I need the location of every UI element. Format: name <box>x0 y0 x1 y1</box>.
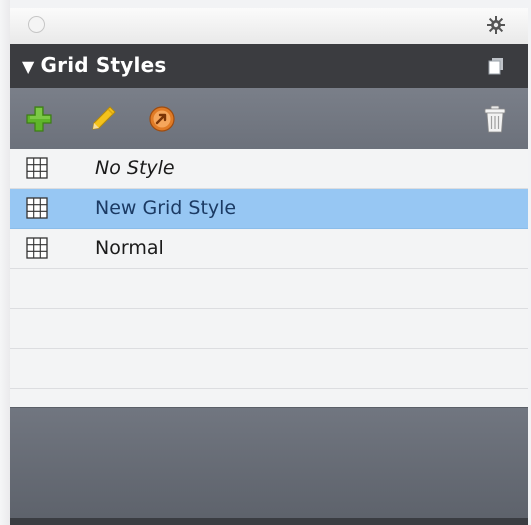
trash-icon <box>484 105 506 133</box>
grid-icon <box>26 157 48 179</box>
panel-header[interactable]: ▼ Grid Styles <box>10 44 528 88</box>
list-item-new-grid-style[interactable]: New Grid Style <box>10 189 528 229</box>
style-label: No Style <box>95 157 175 179</box>
styles-list: No Style New Grid Style Normal <box>10 149 528 407</box>
panel-titlebar <box>10 8 528 45</box>
panel-title[interactable]: ▼ Grid Styles <box>22 53 166 77</box>
style-label: Normal <box>95 237 164 259</box>
pencil-icon <box>92 106 116 130</box>
empty-row <box>10 349 528 389</box>
panel-footer-edge <box>10 518 528 525</box>
grid-styles-panel: ▼ Grid Styles No Style New Grid Style No… <box>0 0 531 525</box>
style-label: New Grid Style <box>95 197 237 219</box>
collapse-triangle-icon[interactable]: ▼ <box>22 57 35 76</box>
apply-style-button[interactable] <box>147 104 177 134</box>
grid-icon <box>26 197 48 219</box>
empty-row <box>10 269 528 309</box>
edit-style-button[interactable] <box>88 104 118 134</box>
styles-toolbar <box>10 88 528 149</box>
panel-menu-icon[interactable] <box>488 57 504 75</box>
close-icon[interactable] <box>28 16 45 33</box>
gear-icon[interactable] <box>486 15 506 35</box>
empty-row <box>10 309 528 349</box>
list-item-normal[interactable]: Normal <box>10 229 528 269</box>
panel-footer <box>10 407 528 522</box>
delete-style-button[interactable] <box>480 104 510 134</box>
grid-icon <box>26 237 48 259</box>
apply-icon <box>149 106 175 132</box>
panel-title-label: Grid Styles <box>40 53 167 77</box>
panel-edge <box>0 0 10 525</box>
list-item-no-style[interactable]: No Style <box>10 149 528 189</box>
plus-icon <box>26 106 52 132</box>
add-style-button[interactable] <box>24 104 54 134</box>
